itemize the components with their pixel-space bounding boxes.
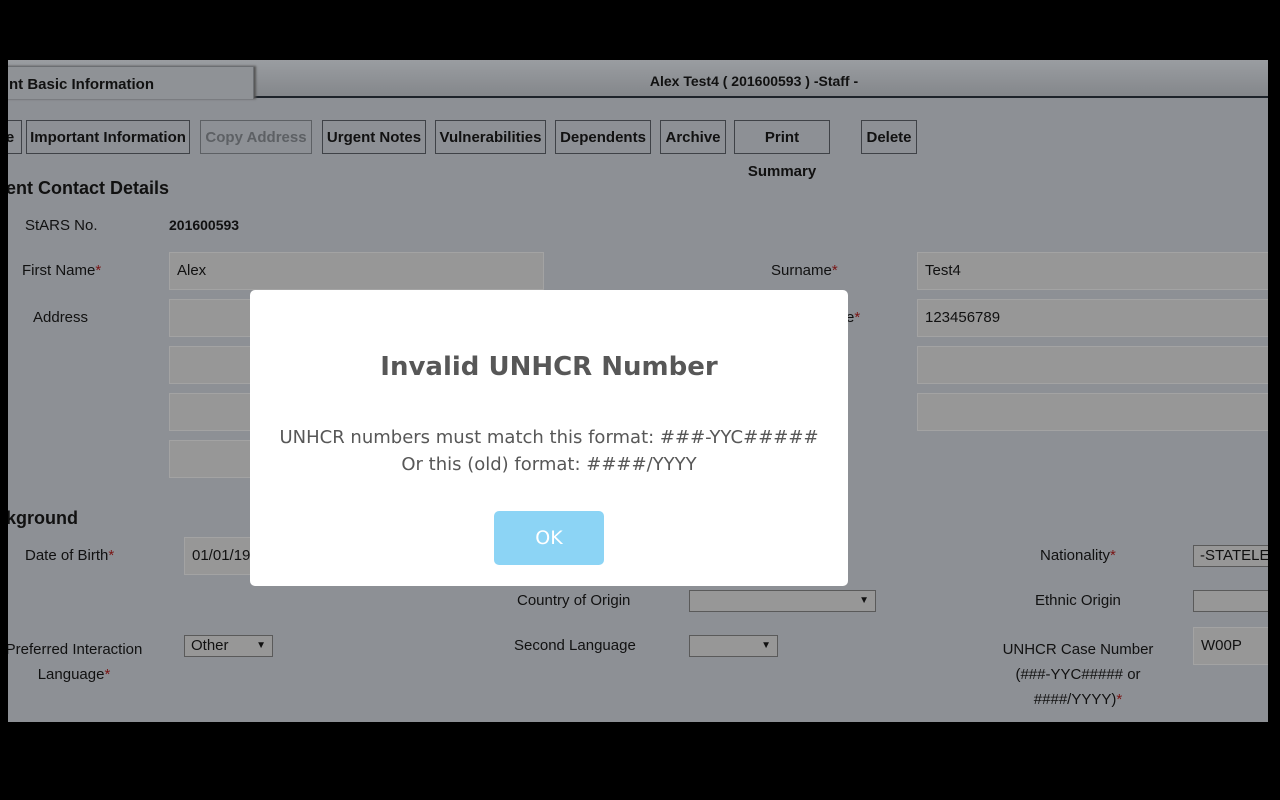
invalid-unhcr-dialog: Invalid UNHCR Number UNHCR numbers must … <box>250 290 848 586</box>
country-of-origin-select[interactable]: ▼ <box>689 590 876 612</box>
dependents-button[interactable]: Dependents <box>555 120 651 154</box>
nationality-label: Nationality* <box>1040 547 1116 564</box>
stars-label: StARS No. <box>25 217 98 234</box>
preferred-language-select[interactable]: Other ▼ <box>184 635 273 657</box>
first-name-label: First Name* <box>22 262 101 279</box>
record-title: Alex Test4 ( 201600593 ) -Staff - <box>649 73 859 89</box>
preferred-language-label: Preferred Interaction Language* <box>8 637 144 687</box>
address-label: Address <box>33 309 89 326</box>
required-mark: * <box>1110 547 1116 564</box>
contact-details-heading: ent Contact Details <box>8 178 170 198</box>
phone-input[interactable]: 123456789 <box>917 299 1268 337</box>
label-text: Nationality <box>1040 547 1111 564</box>
delete-button[interactable]: Delete <box>861 120 917 154</box>
required-mark: * <box>95 262 102 279</box>
label-text: Surname <box>771 262 832 279</box>
label-text: ####/YYYY) <box>1033 691 1117 708</box>
label-text: First Name <box>22 262 96 279</box>
ethnic-origin-label: Ethnic Origin <box>1035 592 1121 609</box>
tab-bar: nt Basic Information Alex Test4 ( 201600… <box>8 60 1268 99</box>
dropdown-arrow-icon: ▼ <box>256 640 266 651</box>
label-text: Preferred Interaction <box>8 641 143 658</box>
contact-field-input[interactable] <box>917 393 1268 431</box>
label-text: Date of Birth <box>25 547 109 564</box>
surname-input[interactable]: Test4 <box>917 252 1268 290</box>
dropdown-arrow-icon: ▼ <box>761 640 771 651</box>
required-mark: * <box>831 262 838 279</box>
important-information-button[interactable]: Important Information <box>26 120 190 154</box>
dropdown-arrow-icon: ▼ <box>859 595 869 606</box>
second-language-label: Second Language <box>514 637 636 654</box>
second-language-select[interactable]: ▼ <box>689 635 778 657</box>
vulnerabilities-button[interactable]: Vulnerabilities <box>435 120 546 154</box>
urgent-notes-button[interactable]: Urgent Notes <box>322 120 426 154</box>
label-text: UNHCR Case Number <box>1002 641 1154 658</box>
required-mark: * <box>108 547 115 564</box>
archive-button[interactable]: Archive <box>660 120 726 154</box>
background-heading: kground <box>8 508 78 528</box>
dialog-message-line-1: UNHCR numbers must match this format: ##… <box>279 427 819 448</box>
dob-label: Date of Birth* <box>25 547 114 564</box>
label-text: (###-YYC##### or <box>1015 666 1141 683</box>
copy-address-button[interactable]: Copy Address <box>200 120 312 154</box>
phone-label: e* <box>846 309 860 326</box>
toolbar-button-partial[interactable]: e <box>8 120 22 154</box>
label-text: Language <box>37 666 105 683</box>
contact-field-input[interactable] <box>917 346 1268 384</box>
required-mark: * <box>854 309 861 326</box>
first-name-input[interactable]: Alex <box>169 252 544 290</box>
select-value: Other <box>191 637 229 654</box>
surname-label: Surname* <box>771 262 838 279</box>
ok-button[interactable]: OK <box>494 511 604 565</box>
print-summary-button[interactable]: Print Summary <box>734 120 830 180</box>
required-mark: * <box>1116 691 1123 708</box>
unhcr-case-number-label: UNHCR Case Number (###-YYC##### or ####/YY… <box>988 637 1168 712</box>
nationality-select[interactable]: -STATELE <box>1193 545 1268 567</box>
dialog-message-line-2: Or this (old) format: ####/YYYY <box>401 454 697 475</box>
required-mark: * <box>104 666 111 683</box>
country-of-origin-label: Country of Origin <box>517 592 631 609</box>
ethnic-origin-select[interactable] <box>1193 590 1268 612</box>
dialog-title: Invalid UNHCR Number <box>380 352 718 382</box>
unhcr-case-number-input[interactable]: W00P <box>1193 627 1268 665</box>
stars-value: 201600593 <box>169 217 240 233</box>
